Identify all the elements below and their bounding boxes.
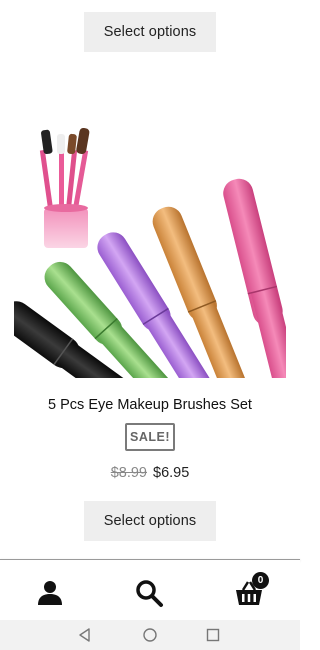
search-icon[interactable]: [134, 578, 164, 608]
user-icon[interactable]: [35, 578, 65, 608]
brush-holder: [39, 127, 90, 248]
cart-count-badge: 0: [252, 572, 269, 589]
select-options-button[interactable]: Select options: [84, 12, 216, 52]
original-price: $8.99: [110, 465, 147, 481]
sale-price: $6.95: [153, 465, 190, 481]
system-navigation-bar: [0, 620, 300, 650]
bottom-navigation: 0: [0, 560, 300, 620]
product-title[interactable]: 5 Pcs Eye Makeup Brushes Set: [0, 397, 300, 413]
makeup-brushes-illustration: [14, 127, 286, 378]
price: $8.99 $6.95: [0, 465, 300, 481]
product-image[interactable]: [14, 120, 286, 378]
back-icon[interactable]: [77, 627, 93, 643]
recents-icon[interactable]: [205, 627, 221, 643]
sale-badge: SALE!: [125, 423, 175, 451]
home-icon[interactable]: [142, 627, 158, 643]
select-options-button[interactable]: Select options: [84, 501, 216, 541]
